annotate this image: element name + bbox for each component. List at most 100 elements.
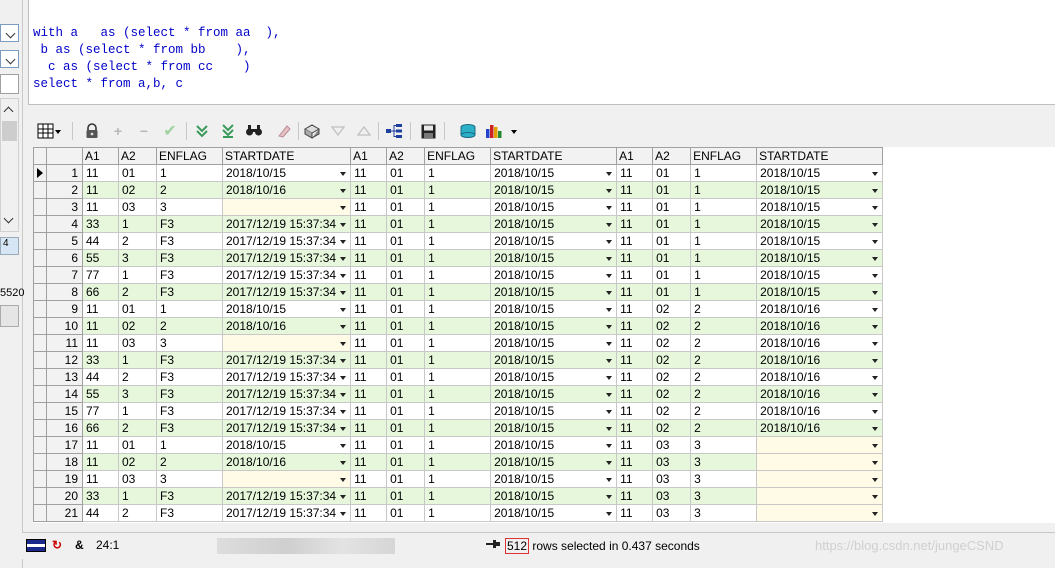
row-indicator[interactable] (33, 334, 47, 352)
table-cell[interactable]: 2017/12/19 15:37:34 (221, 402, 352, 420)
table-cell[interactable]: 1 (690, 249, 758, 267)
table-cell[interactable]: 03 (118, 198, 157, 216)
table-row[interactable]: 18 11 02 2 2018/10/16 11 01 1 2018/10/15 11 03 3 (33, 453, 884, 471)
table-cell[interactable]: 2017/12/19 15:37:34 (221, 283, 352, 301)
lock-icon[interactable] (82, 121, 102, 141)
table-cell[interactable]: 2018/10/15 (221, 300, 352, 318)
table-cell[interactable]: 11 (350, 504, 388, 522)
table-cell[interactable]: 2018/10/15 (490, 436, 618, 454)
table-cell[interactable]: 01 (652, 215, 692, 233)
table-cell[interactable]: 02 (652, 402, 692, 420)
table-cell[interactable]: 2018/10/16 (756, 300, 884, 318)
table-cell[interactable]: 44 (82, 368, 119, 386)
table-cell[interactable]: 01 (386, 164, 426, 182)
table-cell[interactable]: 1 (424, 300, 492, 318)
table-cell[interactable]: F3 (156, 215, 223, 233)
table-cell[interactable]: 2 (118, 283, 157, 301)
table-cell[interactable]: 66 (82, 419, 119, 437)
table-cell[interactable]: 11 (350, 164, 388, 182)
table-cell[interactable]: 2017/12/19 15:37:34 (221, 266, 352, 284)
table-cell[interactable]: 11 (616, 504, 654, 522)
table-cell[interactable]: 11 (616, 402, 654, 420)
table-cell[interactable]: 1 (690, 232, 758, 250)
table-cell[interactable]: 11 (616, 181, 654, 199)
grid-view-icon[interactable] (36, 121, 62, 141)
fetch-next-icon[interactable] (192, 121, 212, 141)
table-cell[interactable]: 2018/10/16 (756, 368, 884, 386)
table-cell[interactable]: 2018/10/15 (490, 317, 618, 335)
table-cell[interactable]: 01 (652, 198, 692, 216)
table-cell[interactable]: 11 (350, 198, 388, 216)
table-cell[interactable]: 11 (350, 470, 388, 488)
table-cell[interactable]: 1 (118, 487, 157, 505)
table-cell[interactable]: 1 (424, 419, 492, 437)
table-cell[interactable]: 01 (118, 164, 157, 182)
column-header-startdate[interactable]: STARTDATE (490, 147, 618, 165)
table-cell[interactable]: 11 (82, 181, 119, 199)
row-indicator[interactable] (33, 215, 47, 233)
table-cell[interactable]: 11 (350, 351, 388, 369)
table-cell[interactable]: 11 (616, 215, 654, 233)
table-cell[interactable]: 2018/10/16 (756, 351, 884, 369)
table-cell[interactable]: 01 (386, 198, 426, 216)
table-cell[interactable]: 2018/10/15 (490, 453, 618, 471)
sql-editor[interactable]: with a as (select * from aa ), b as (sel… (28, 0, 1055, 105)
table-cell[interactable]: 01 (386, 232, 426, 250)
table-cell[interactable]: 02 (118, 453, 157, 471)
column-header-enflag[interactable]: ENFLAG (424, 147, 492, 165)
table-cell[interactable]: 11 (82, 317, 119, 335)
table-row[interactable]: 17 11 01 1 2018/10/15 11 01 1 2018/10/15 11 03 3 (33, 436, 884, 454)
table-cell[interactable]: 01 (652, 249, 692, 267)
row-number[interactable]: 8 (46, 283, 83, 301)
table-cell[interactable]: 2018/10/15 (756, 232, 884, 250)
table-cell[interactable]: 1 (690, 283, 758, 301)
table-cell[interactable]: 33 (82, 351, 119, 369)
row-indicator[interactable] (33, 419, 47, 437)
table-cell[interactable]: 11 (350, 232, 388, 250)
row-indicator[interactable] (33, 470, 47, 488)
table-cell[interactable]: 2018/10/15 (490, 249, 618, 267)
table-cell[interactable]: 11 (616, 453, 654, 471)
left-field[interactable] (0, 74, 19, 94)
table-cell[interactable]: 03 (652, 487, 692, 505)
left-combo-2[interactable] (0, 50, 19, 68)
table-cell[interactable]: 2017/12/19 15:37:34 (221, 215, 352, 233)
table-cell[interactable]: 2 (690, 385, 758, 403)
table-cell[interactable]: F3 (156, 266, 223, 284)
table-cell[interactable]: 44 (82, 504, 119, 522)
row-indicator[interactable] (33, 300, 47, 318)
table-cell[interactable]: 1 (118, 351, 157, 369)
table-cell[interactable]: 03 (652, 470, 692, 488)
table-cell[interactable]: F3 (156, 368, 223, 386)
column-header-a1[interactable]: A1 (82, 147, 119, 165)
table-cell[interactable]: F3 (156, 385, 223, 403)
table-cell[interactable]: 2018/10/15 (490, 181, 618, 199)
row-number[interactable]: 1 (46, 164, 83, 182)
table-cell[interactable]: 2017/12/19 15:37:34 (221, 504, 352, 522)
table-row[interactable]: 12 33 1 F3 2017/12/19 15:37:34 11 01 1 2018/10/1… (33, 351, 884, 369)
table-cell[interactable]: 2 (118, 419, 157, 437)
row-number[interactable]: 17 (46, 436, 83, 454)
table-cell[interactable] (221, 198, 352, 216)
table-cell[interactable]: 1 (118, 266, 157, 284)
table-cell[interactable]: 3 (690, 453, 758, 471)
table-row[interactable]: 8 66 2 F3 2017/12/19 15:37:34 11 01 1 2018/10/15… (33, 283, 884, 301)
table-cell[interactable]: 2 (690, 368, 758, 386)
table-cell[interactable]: 2017/12/19 15:37:34 (221, 487, 352, 505)
table-row[interactable]: 7 77 1 F3 2017/12/19 15:37:34 11 01 1 2018/10/15… (33, 266, 884, 284)
table-cell[interactable]: 3 (690, 470, 758, 488)
table-cell[interactable]: 03 (652, 504, 692, 522)
table-cell[interactable]: 01 (652, 181, 692, 199)
table-cell[interactable]: 2018/10/15 (490, 504, 618, 522)
column-header-a2[interactable]: A2 (652, 147, 692, 165)
table-cell[interactable]: 2018/10/15 (490, 334, 618, 352)
table-cell[interactable]: 01 (652, 164, 692, 182)
table-cell[interactable]: 11 (616, 351, 654, 369)
table-cell[interactable]: 2 (156, 181, 223, 199)
left-combo-1[interactable] (0, 24, 19, 42)
table-cell[interactable]: 01 (386, 453, 426, 471)
row-number[interactable]: 6 (46, 249, 83, 267)
table-cell[interactable]: 2018/10/15 (221, 436, 352, 454)
tree-icon[interactable] (384, 121, 404, 141)
table-cell[interactable]: 2 (690, 334, 758, 352)
